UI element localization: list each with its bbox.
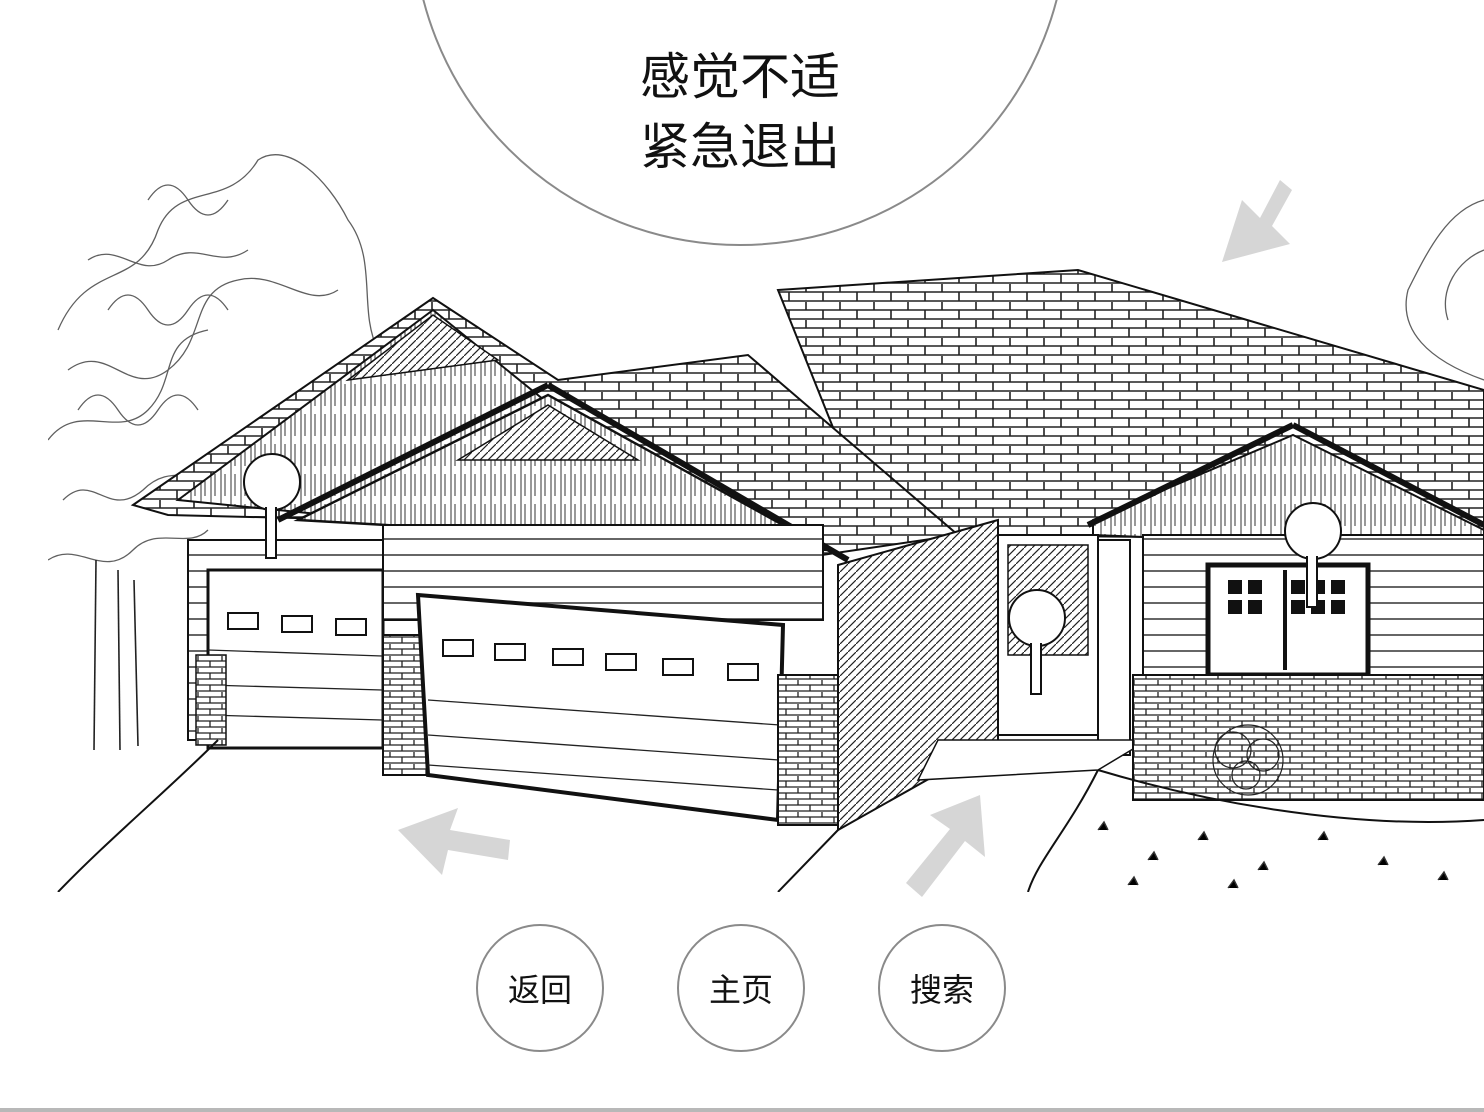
arrow-forward-icon[interactable] [890, 785, 1010, 905]
search-button[interactable]: 搜索 [878, 924, 1006, 1052]
hotspot-side-window[interactable] [1284, 502, 1342, 612]
arrow-up-right-icon[interactable] [1190, 150, 1310, 270]
hotspot-front-door[interactable] [1008, 589, 1066, 699]
panorama-viewer: 感觉不适 紧急退出 返回 主页 搜索 [0, 0, 1484, 1112]
bottom-divider [0, 1108, 1484, 1112]
back-button[interactable]: 返回 [476, 924, 604, 1052]
exit-label-line2: 紧急退出 [640, 118, 840, 176]
hotspot-garage-roof[interactable] [243, 453, 301, 563]
exit-label-line1: 感觉不适 [640, 48, 840, 106]
hotspot-marker-icon [1284, 502, 1342, 560]
hotspot-marker-icon [1008, 589, 1066, 647]
arrow-left-icon[interactable] [390, 800, 510, 920]
home-button[interactable]: 主页 [677, 924, 805, 1052]
hotspot-marker-icon [243, 453, 301, 511]
